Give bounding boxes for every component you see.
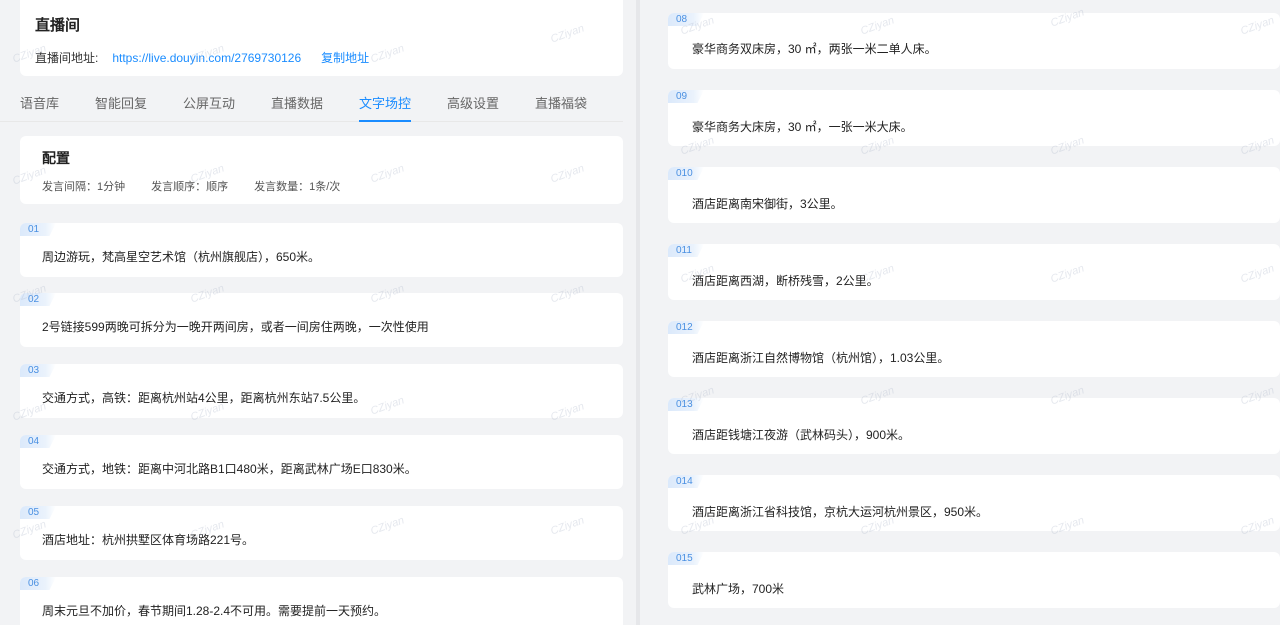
item-number: 09	[668, 90, 704, 103]
item-text: 酒店距钱塘江夜游（武林码头），900米。	[692, 428, 911, 442]
item-number: 01	[20, 223, 56, 236]
live-room-title: 直播间	[35, 17, 81, 34]
config-row: 发言间隔：1分钟 发言顺序：顺序 发言数量：1条/次	[42, 178, 601, 194]
item-text: 周末元旦不加价，春节期间1.28-2.4不可用。需要提前一天预约。	[42, 604, 387, 618]
tab-text-control[interactable]: 文字场控	[359, 86, 411, 122]
item-text: 交通方式，地铁：距离中河北路B1口480米，距离武林广场E口830米。	[42, 462, 417, 476]
list-item[interactable]: 015 武林广场，700米	[668, 552, 1280, 608]
item-number: 013	[668, 398, 704, 411]
list-item[interactable]: 05 酒店地址：杭州拱墅区体育场路221号。	[20, 506, 623, 560]
config-order: 发言顺序：顺序	[151, 181, 229, 193]
item-text: 周边游玩，梵高星空艺术馆（杭州旗舰店），650米。	[42, 250, 321, 264]
item-number: 015	[668, 552, 704, 565]
tab-live-data[interactable]: 直播数据	[271, 86, 323, 122]
list-item[interactable]: 011 酒店距离西湖，断桥残雪，2公里。	[668, 244, 1280, 300]
item-number: 03	[20, 364, 56, 377]
item-number: 02	[20, 293, 56, 306]
list-item[interactable]: 014 酒店距离浙江省科技馆，京杭大运河杭州景区，950米。	[668, 475, 1280, 531]
config-card: 配置 发言间隔：1分钟 发言顺序：顺序 发言数量：1条/次	[20, 136, 623, 204]
list-item[interactable]: 012 酒店距离浙江自然博物馆（杭州馆），1.03公里。	[668, 321, 1280, 377]
config-title: 配置	[42, 150, 70, 166]
tab-bar: 语音库 智能回复 公屏互动 直播数据 文字场控 高级设置 直播福袋	[0, 86, 623, 122]
address-label: 直播间地址:	[35, 51, 99, 65]
list-item[interactable]: 06 周末元旦不加价，春节期间1.28-2.4不可用。需要提前一天预约。	[20, 577, 623, 625]
live-room-address-row: 直播间地址: https://live.douyin.com/276973012…	[35, 49, 608, 66]
item-number: 014	[668, 475, 704, 488]
list-item[interactable]: 02 2号链接599两晚可拆分为一晚开两间房，或者一间房住两晚，一次性使用	[20, 293, 623, 347]
list-item[interactable]: 03 交通方式，高铁：距离杭州站4公里，距离杭州东站7.5公里。	[20, 364, 623, 418]
item-number: 06	[20, 577, 56, 590]
item-number: 08	[668, 13, 704, 26]
list-item[interactable]: 08 豪华商务双床房，30 ㎡，两张一米二单人床。	[668, 13, 1280, 69]
item-number: 011	[668, 244, 704, 257]
item-number: 012	[668, 321, 704, 334]
tab-advanced-settings[interactable]: 高级设置	[447, 86, 499, 122]
item-text: 豪华商务双床房，30 ㎡，两张一米二单人床。	[692, 42, 937, 56]
item-number: 05	[20, 506, 56, 519]
item-text: 酒店距离南宋御街，3公里。	[692, 197, 843, 211]
list-item[interactable]: 04 交通方式，地铁：距离中河北路B1口480米，距离武林广场E口830米。	[20, 435, 623, 489]
item-text: 酒店距离浙江省科技馆，京杭大运河杭州景区，950米。	[692, 505, 989, 519]
list-item[interactable]: 09 豪华商务大床房，30 ㎡，一张一米大床。	[668, 90, 1280, 146]
live-room-card: 直播间 直播间地址: https://live.douyin.com/27697…	[20, 0, 623, 76]
item-text: 酒店距离西湖，断桥残雪，2公里。	[692, 274, 879, 288]
item-text: 2号链接599两晚可拆分为一晚开两间房，或者一间房住两晚，一次性使用	[42, 320, 429, 334]
item-number: 010	[668, 167, 704, 180]
tab-live-lucky-bag[interactable]: 直播福袋	[535, 86, 587, 122]
item-text: 豪华商务大床房，30 ㎡，一张一米大床。	[692, 120, 913, 134]
config-count: 发言数量：1条/次	[254, 181, 341, 193]
live-room-url-link[interactable]: https://live.douyin.com/2769730126	[112, 51, 301, 65]
item-text: 武林广场，700米	[692, 582, 785, 596]
tab-screen-interaction[interactable]: 公屏互动	[183, 86, 235, 122]
list-item[interactable]: 01 周边游玩，梵高星空艺术馆（杭州旗舰店），650米。	[20, 223, 623, 277]
tab-voice-library[interactable]: 语音库	[20, 86, 59, 122]
left-panel: 直播间 直播间地址: https://live.douyin.com/27697…	[0, 0, 636, 625]
item-number: 04	[20, 435, 56, 448]
config-interval: 发言间隔：1分钟	[42, 181, 126, 193]
item-text: 酒店地址：杭州拱墅区体育场路221号。	[42, 533, 255, 547]
list-item[interactable]: 013 酒店距钱塘江夜游（武林码头），900米。	[668, 398, 1280, 454]
item-text: 交通方式，高铁：距离杭州站4公里，距离杭州东站7.5公里。	[42, 391, 366, 405]
copy-address-button[interactable]: 复制地址	[321, 49, 369, 66]
list-item[interactable]: 010 酒店距离南宋御街，3公里。	[668, 167, 1280, 223]
right-panel: 08 豪华商务双床房，30 ㎡，两张一米二单人床。 09 豪华商务大床房，30 …	[640, 0, 1280, 625]
item-text: 酒店距离浙江自然博物馆（杭州馆），1.03公里。	[692, 351, 950, 365]
tab-smart-reply[interactable]: 智能回复	[95, 86, 147, 122]
